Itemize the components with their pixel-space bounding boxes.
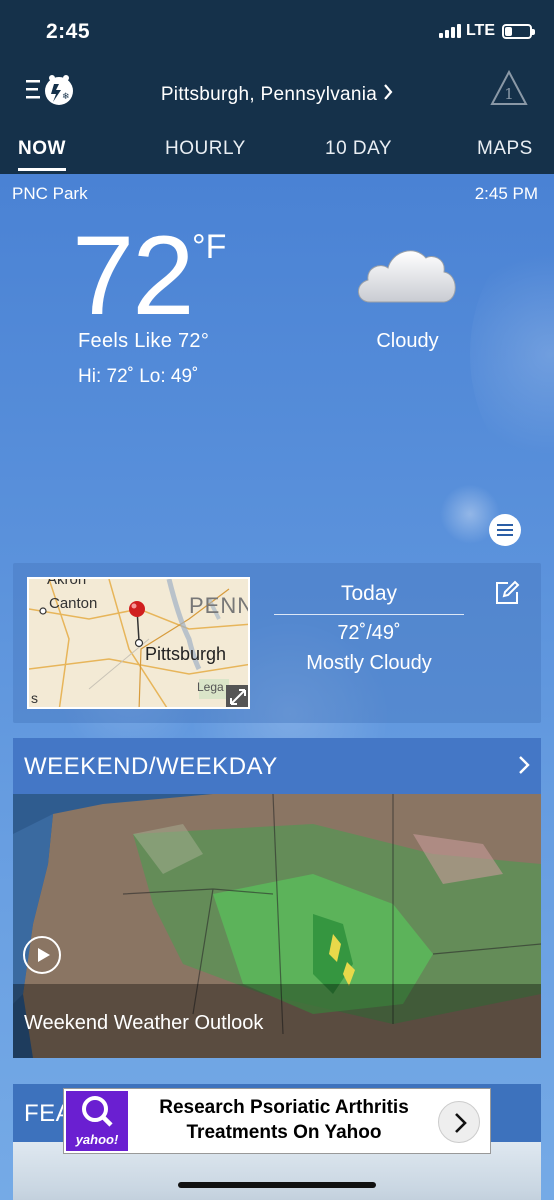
battery-icon bbox=[502, 23, 535, 39]
lens-flare bbox=[470, 234, 554, 474]
location-name: Pittsburgh, Pennsylvania bbox=[160, 84, 378, 105]
location-selector[interactable]: Pittsburgh, Pennsylvania bbox=[0, 84, 554, 106]
alert-icon[interactable]: 1 bbox=[490, 70, 528, 106]
chevron-right-icon bbox=[455, 1113, 467, 1133]
observation-time: 2:45 PM bbox=[474, 184, 538, 203]
weekend-title: WEEKEND/WEEKDAY bbox=[24, 753, 278, 780]
current-temperature: 72 bbox=[72, 213, 195, 338]
today-title: Today bbox=[340, 582, 398, 605]
weekend-header[interactable]: WEEKEND/WEEKDAY bbox=[13, 738, 541, 794]
map-label-akron: Akron bbox=[47, 577, 87, 588]
map-label-canton: Canton bbox=[49, 595, 98, 612]
today-divider bbox=[274, 614, 464, 615]
map-legal-label: Lega bbox=[197, 680, 224, 694]
tab-bar: NOW HOURLY 10 DAY MAPS bbox=[0, 130, 554, 174]
ad-open-button[interactable] bbox=[438, 1101, 480, 1143]
chevron-right-icon bbox=[384, 84, 393, 100]
ad-line-2: Treatments On Yahoo bbox=[186, 1122, 382, 1143]
tab-hourly[interactable]: HOURLY bbox=[165, 138, 246, 160]
yahoo-logo: yahoo! bbox=[66, 1091, 128, 1151]
search-icon bbox=[82, 1096, 113, 1127]
today-condition: Mostly Cloudy bbox=[306, 652, 432, 674]
map-label-pittsburgh: Pittsburgh bbox=[145, 644, 227, 664]
tab-maps[interactable]: MAPS bbox=[477, 138, 533, 160]
current-condition: Cloudy bbox=[376, 330, 439, 352]
home-indicator[interactable] bbox=[178, 1182, 376, 1188]
hi-lo: Hi: 72˚ Lo: 49˚ bbox=[78, 366, 199, 387]
ad-line-1: Research Psoriatic Arthritis bbox=[159, 1097, 409, 1118]
alert-count: 1 bbox=[504, 85, 514, 103]
network-label: LTE bbox=[465, 22, 495, 39]
list-menu-button[interactable] bbox=[489, 514, 521, 546]
place-name: PNC Park bbox=[12, 184, 88, 203]
map-label-penn: PENN bbox=[189, 593, 250, 618]
app-header: 2:45 LTE ❄ Pittsburgh, Pennsylvania 1 NO… bbox=[0, 0, 554, 174]
yahoo-logo-text: yahoo! bbox=[75, 1132, 119, 1147]
ad-banner[interactable]: yahoo! Research Psoriatic Arthritis Trea… bbox=[63, 1088, 491, 1154]
weekend-video-card[interactable]: WEEKEND/WEEKDAY Weekend Weather Outlook bbox=[13, 738, 541, 1058]
battery-fill bbox=[505, 26, 512, 36]
chevron-right-icon bbox=[519, 756, 530, 774]
status-time: 2:45 bbox=[46, 20, 91, 43]
tab-10-day[interactable]: 10 DAY bbox=[325, 138, 392, 160]
cloud-icon bbox=[358, 250, 456, 303]
play-video-button[interactable] bbox=[23, 936, 61, 974]
map-label-edge: s bbox=[31, 690, 38, 706]
video-caption: Weekend Weather Outlook bbox=[24, 1012, 264, 1034]
tab-now[interactable]: NOW bbox=[18, 138, 66, 160]
ad-text: Research Psoriatic Arthritis Treatments … bbox=[134, 1095, 434, 1145]
signal-icon bbox=[438, 24, 461, 38]
active-tab-indicator bbox=[18, 168, 66, 171]
feels-like: Feels Like 72° bbox=[78, 330, 210, 352]
status-icons: LTE bbox=[438, 22, 535, 40]
map-thumbnail[interactable]: Canton PENN Pittsburgh Lega Akron s bbox=[27, 577, 250, 709]
edit-icon[interactable] bbox=[494, 580, 520, 606]
temperature-unit: °F bbox=[192, 228, 227, 266]
today-hi-lo: 72˚/49˚ bbox=[337, 622, 401, 644]
